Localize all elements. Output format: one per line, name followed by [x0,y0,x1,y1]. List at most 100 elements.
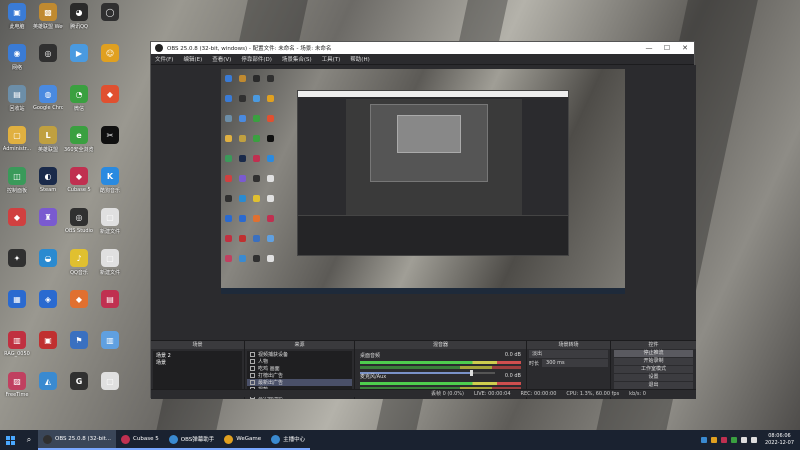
desktop-icon[interactable]: K 酷狗音乐 [95,167,125,194]
desktop-icon[interactable]: ◎ OBS Studio [64,208,94,234]
desktop-icon[interactable]: ▣ 此电脑 [2,3,32,30]
minimize-button[interactable]: — [640,44,658,52]
desktop-icon[interactable]: ▦ [2,290,32,310]
tray-app-icon[interactable] [710,437,717,443]
preview-desktop-icon [239,75,246,82]
control-button[interactable]: 退出 [614,382,693,389]
desktop-icon[interactable]: ▨ FreeTime [2,372,32,398]
desktop-icon[interactable]: ◫ 控制面板 [2,167,32,194]
preview-desktop-icon [253,95,260,102]
source-item[interactable]: 视频捕获设备 [247,351,352,358]
desktop-icon[interactable]: ▢ 新建文件 [95,249,125,276]
taskbar-app[interactable]: OBS 25.0.8 (32-bit... [38,430,117,450]
mixer-track-db: 0.0 dB [504,373,521,379]
desktop-icon[interactable]: ◆ [95,85,125,105]
desktop-icon[interactable]: ✦ [2,249,32,269]
preview-desktop-icon [225,135,232,142]
desktop-icon[interactable]: ◒ [33,249,63,269]
desktop-icon[interactable]: e 360安全浏览器 [64,126,94,153]
taskbar-apps: OBS 25.0.8 (32-bit... Cubase 5 OBS弹幕助手 WeGa… [38,430,311,450]
obs-window: OBS 25.0.8 (32-bit, windows) - 配置文件: 未命名… [150,41,696,400]
desktop-icon[interactable]: G [64,372,94,392]
menu-item[interactable]: 工具(T) [322,55,341,63]
menu-item[interactable]: 查看(V) [212,55,231,63]
clock[interactable]: 08:06:06 2022-12-07 [765,433,794,447]
desktop-icon[interactable]: ◕ 腾讯QQ [64,3,94,30]
desktop-icon-label: 新建文件 [99,270,120,276]
preview-desktop-icon [253,115,260,122]
desktop-icon[interactable]: ◎ [33,44,63,64]
desktop-icon[interactable]: ▶ [64,44,94,64]
app-icon: ♜ [39,208,57,226]
desktop-icon[interactable]: ♪ QQ音乐 [64,249,94,276]
desktop-icon[interactable]: ♜ [33,208,63,228]
desktop-icon[interactable]: ⚑ [64,331,94,351]
menu-item[interactable]: 停靠部件(D) [241,55,272,63]
source-item[interactable]: 打榜出广告 [247,372,352,379]
menu-item[interactable]: 文件(F) [155,55,173,63]
control-button[interactable]: 停止推流 [614,350,693,357]
duration-input[interactable]: 300 ms [542,359,608,367]
clock-time: 08:06:06 [768,433,791,439]
tray-app-icon[interactable] [720,437,727,443]
control-button[interactable]: 工作室模式 [614,366,693,373]
desktop-icon[interactable]: ◐ Steam [33,167,63,193]
desktop-icon[interactable]: ▢ 新建文件 [95,208,125,235]
close-button[interactable]: ✕ [676,44,694,52]
volume-meter [360,366,521,369]
desktop-icon[interactable]: ◆ [64,290,94,310]
volume-icon[interactable] [750,437,757,443]
desktop-icon[interactable]: ◈ [33,290,63,310]
desktop-icon[interactable]: ▤ [95,290,125,310]
control-button[interactable]: 设置 [614,374,693,381]
scene-item[interactable]: 场景 2 [153,351,242,359]
desktop-icon[interactable]: ▣ [33,331,63,351]
start-button[interactable] [0,430,20,450]
transition-select[interactable]: 淡出 [529,350,608,358]
preview-desktop-icon [225,235,232,242]
menu-item[interactable]: 场景集合(S) [282,55,312,63]
tray-app-icon[interactable] [730,437,737,443]
source-item[interactable]: 人物 [247,358,352,365]
desktop-icon-label: 回收站 [9,106,25,112]
desktop-icon-label: 网络 [11,65,22,71]
search-icon[interactable]: ⌕ [20,435,38,445]
desktop-icon[interactable]: ▢ [95,372,125,392]
taskbar-app[interactable]: Cubase 5 [116,430,164,450]
network-icon[interactable] [740,437,747,443]
program-preview[interactable] [221,69,625,294]
control-button[interactable]: 开始录制 [614,358,693,365]
maximize-button[interactable]: ☐ [658,44,676,52]
desktop-icon[interactable]: ◆ Cubase 5 [64,167,94,193]
taskbar-app[interactable]: WeGame [219,430,267,450]
taskbar-app[interactable]: 主播中心 [266,430,311,450]
scene-item[interactable]: 场景 [153,358,242,366]
desktop-icon[interactable]: ◯ [95,3,125,23]
menu-item[interactable]: 编辑(E) [183,55,202,63]
desktop-icon[interactable]: L 英雄联盟 [33,126,63,153]
obs-titlebar[interactable]: OBS 25.0.8 (32-bit, windows) - 配置文件: 未命名… [151,42,694,54]
preview-desktop-icon [267,75,274,82]
desktop-icon[interactable]: ◉ 网络 [2,44,32,71]
desktop-icon[interactable]: ☺ [95,44,125,64]
app-icon: ◆ [8,208,26,226]
desktop-icon[interactable]: ◭ [33,372,63,392]
source-item[interactable]: 吃鸡 画面 [247,365,352,372]
desktop-icon[interactable]: ✂ [95,126,125,146]
taskbar-app[interactable]: OBS弹幕助手 [163,430,220,450]
transition-duration: 时长 300 ms [529,359,608,367]
desktop-icon[interactable]: ▤ 回收站 [2,85,32,112]
desktop-icon[interactable]: ▥ [95,331,125,351]
source-item[interactable]: 最新出广告 [247,379,352,386]
tray-app-icon[interactable] [700,437,707,443]
menu-item[interactable]: 帮助(H) [350,55,369,63]
source-type-icon [250,373,255,378]
desktop-icon[interactable]: ▩ 英雄联盟 WeGame版 [33,3,63,30]
desktop-icon[interactable]: ▢ Administr... [2,126,32,152]
desktop-icon[interactable]: ◔ 微信 [64,85,94,112]
desktop-icon[interactable]: ◆ [2,208,32,228]
desktop-icon[interactable]: ▥ RAG_0050 [2,331,32,357]
mixer-track: 桌面音频 0.0 dB [357,351,524,376]
desktop-icon-label: Google Chrome [33,105,63,111]
desktop-icon[interactable]: ◍ Google Chrome [33,85,63,111]
